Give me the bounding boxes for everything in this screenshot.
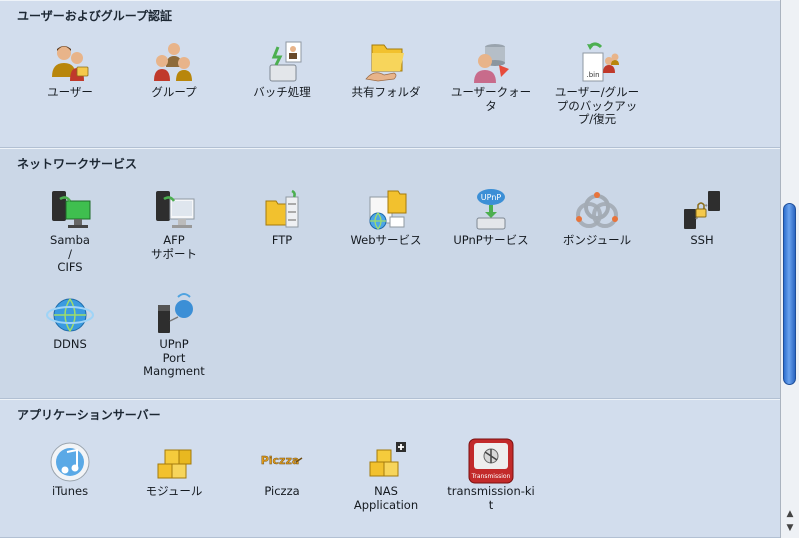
item-label: モジュール xyxy=(145,484,203,498)
ftp-icon xyxy=(265,189,299,228)
ssh-icon xyxy=(684,191,720,229)
scroll-down-arrow-icon[interactable]: ▼ xyxy=(784,522,796,534)
group-item[interactable]: グループ xyxy=(126,39,222,100)
scroll-up-arrow-icon[interactable]: ▲ xyxy=(784,508,796,520)
bonjour-item[interactable]: ボンジュール xyxy=(549,187,645,248)
item-label: UPnPサービス xyxy=(453,233,529,247)
item-label: FTP xyxy=(271,233,293,247)
user-quota-item[interactable]: ユーザークォータ xyxy=(443,39,539,113)
web-service-item[interactable]: Webサービス xyxy=(338,187,434,248)
ftp-item[interactable]: FTP xyxy=(234,187,330,248)
ddns-icon xyxy=(46,298,94,332)
upnp-service-icon: UPnP xyxy=(476,189,506,230)
batch-process-icon xyxy=(269,41,302,82)
web-service-icon xyxy=(369,190,407,230)
ddns-item[interactable]: DDNS xyxy=(22,291,118,352)
group-icon xyxy=(154,43,192,81)
item-label: Piczza xyxy=(264,484,300,498)
transmission-kit-icon: Transmission xyxy=(468,438,514,484)
item-label: ユーザークォータ xyxy=(450,85,532,113)
item-label: ユーザー xyxy=(47,85,93,99)
item-label: Samba / CIFS xyxy=(50,233,90,274)
item-label: transmission-kit xyxy=(447,484,535,512)
item-label: SSH xyxy=(690,233,714,247)
afp-support-item[interactable]: AFP サポート xyxy=(126,187,222,261)
piczza-item[interactable]: Piczza Piczza xyxy=(234,438,330,499)
item-label: 共有フォルダ xyxy=(351,85,421,99)
samba-cifs-icon xyxy=(52,191,91,228)
bonjour-icon xyxy=(576,192,618,228)
user-item[interactable]: ユーザー xyxy=(22,39,118,100)
section-title: ユーザーおよびグループ認証 xyxy=(17,9,173,23)
samba-cifs-item[interactable]: Samba / CIFS xyxy=(22,187,118,275)
piczza-logo-text: Piczza xyxy=(261,454,300,467)
module-item[interactable]: モジュール xyxy=(126,438,222,499)
section-title: アプリケーションサーバー xyxy=(17,408,161,422)
upnp-text: UPnP xyxy=(481,193,502,202)
item-label: ユーザー/グループのバックアップ/復元 xyxy=(554,85,640,126)
ssh-item[interactable]: SSH xyxy=(654,187,750,248)
user-quota-icon xyxy=(474,44,509,83)
nas-application-icon xyxy=(369,442,406,477)
itunes-item[interactable]: iTunes xyxy=(22,438,118,499)
upnp-service-item[interactable]: UPnP UPnPサービス xyxy=(443,187,539,248)
transmission-text: Transmission xyxy=(471,473,511,480)
item-label: NAS Application xyxy=(353,484,419,512)
settings-panel: ユーザーおよびグループ認証 ユーザー グループ バッチ処理 共有フォルダ ユーザ… xyxy=(0,0,780,538)
section-application-server: アプリケーションサーバー iTunes モジュール Piczza Piczza … xyxy=(0,399,780,538)
batch-process-item[interactable]: バッチ処理 xyxy=(234,39,330,100)
module-icon xyxy=(157,449,192,479)
upnp-port-icon xyxy=(158,293,193,333)
backup-restore-item[interactable]: .bin ユーザー/グループのバックアップ/復元 xyxy=(549,39,645,127)
bin-text: .bin xyxy=(586,71,599,79)
item-label: AFP サポート xyxy=(151,233,197,261)
user-icon xyxy=(52,46,89,81)
vertical-scrollbar[interactable]: ▲ ▼ xyxy=(780,0,799,538)
item-label: ボンジュール xyxy=(562,233,632,247)
shared-folder-icon xyxy=(365,44,404,82)
item-label: DDNS xyxy=(53,337,87,351)
item-label: UPnP Port Mangment xyxy=(143,337,205,378)
piczza-icon: Piczza xyxy=(261,454,303,467)
scrollbar-thumb[interactable] xyxy=(783,203,796,385)
upnp-port-item[interactable]: UPnP Port Mangment xyxy=(126,291,222,379)
backup-restore-icon: .bin xyxy=(582,42,619,82)
item-label: バッチ処理 xyxy=(253,85,311,99)
section-user-group-auth: ユーザーおよびグループ認証 ユーザー グループ バッチ処理 共有フォルダ ユーザ… xyxy=(0,0,780,148)
shared-folder-item[interactable]: 共有フォルダ xyxy=(338,39,434,100)
itunes-icon xyxy=(50,442,90,482)
section-network-services: ネットワークサービス Samba / CIFS AFP サポート FTP Web… xyxy=(0,148,780,399)
item-label: iTunes xyxy=(51,484,89,498)
nas-application-item[interactable]: NAS Application xyxy=(338,438,434,512)
section-title: ネットワークサービス xyxy=(17,157,138,171)
item-label: Webサービス xyxy=(350,233,422,247)
item-label: グループ xyxy=(151,85,197,99)
transmission-kit-item[interactable]: Transmission transmission-kit xyxy=(443,438,539,512)
afp-support-icon xyxy=(156,191,195,228)
